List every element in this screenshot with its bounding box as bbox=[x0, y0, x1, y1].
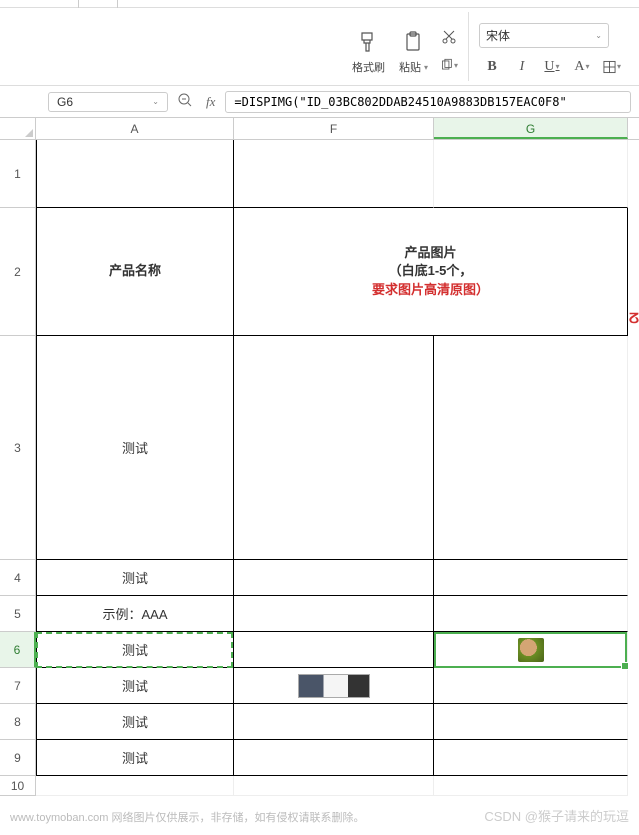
row-header-5[interactable]: 5 bbox=[0, 596, 35, 632]
clipboard-icon bbox=[403, 27, 423, 57]
copy-icon bbox=[440, 57, 453, 73]
column-headers: A F G bbox=[0, 118, 639, 140]
cell[interactable] bbox=[234, 704, 434, 740]
row-header-9[interactable]: 9 bbox=[0, 740, 35, 776]
image-thumbnail bbox=[518, 638, 544, 662]
cell[interactable] bbox=[434, 740, 628, 776]
col-header-a[interactable]: A bbox=[36, 118, 234, 139]
cell[interactable]: 测试 bbox=[36, 704, 234, 740]
ribbon-toolbar: 格式刷 粘贴▾ ▾ 宋体 ⌄ bbox=[0, 8, 639, 86]
watermark-csdn: CSDN @猴子请来的玩逗 bbox=[484, 806, 629, 825]
formula-input[interactable] bbox=[225, 91, 631, 113]
italic-button[interactable]: I bbox=[509, 54, 535, 80]
cut-button[interactable] bbox=[436, 24, 462, 50]
cell[interactable] bbox=[36, 140, 234, 208]
truncated-text: ⵒ bbox=[628, 310, 639, 327]
font-name-select[interactable]: 宋体 ⌄ bbox=[479, 23, 609, 48]
format-painter-button[interactable]: 格式刷 bbox=[346, 21, 391, 81]
borders-button[interactable]: ▾ bbox=[599, 54, 625, 80]
select-all-corner[interactable] bbox=[0, 118, 36, 139]
borders-icon bbox=[603, 60, 616, 74]
cell[interactable] bbox=[234, 740, 434, 776]
cell[interactable] bbox=[234, 336, 434, 560]
cell[interactable] bbox=[434, 140, 628, 208]
row-headers: 1 2 3 4 5 6 7 8 9 10 bbox=[0, 140, 36, 796]
col-header-g[interactable]: G bbox=[434, 118, 628, 139]
cell[interactable] bbox=[234, 668, 434, 704]
row-header-1[interactable]: 1 bbox=[0, 140, 35, 208]
copy-button[interactable]: ▾ bbox=[436, 52, 462, 78]
row-header-8[interactable]: 8 bbox=[0, 704, 35, 740]
cell[interactable] bbox=[434, 336, 628, 560]
col-header-f[interactable]: F bbox=[234, 118, 434, 139]
cell[interactable]: 测试 bbox=[36, 668, 234, 704]
header-product-image[interactable]: 产品图片 （白底1-5个， 要求图片高清原图） bbox=[234, 208, 628, 336]
font-color-button[interactable]: A▾ bbox=[569, 54, 595, 80]
spreadsheet-grid: A F G 1 2 3 4 5 6 7 8 9 10 bbox=[0, 118, 639, 796]
watermark-footer: www.toymoban.com 网络图片仅供展示，非存储，如有侵权请联系删除。 bbox=[10, 809, 364, 825]
row-header-10[interactable]: 10 bbox=[0, 776, 35, 796]
cell[interactable] bbox=[234, 140, 434, 208]
cell[interactable] bbox=[36, 776, 234, 796]
row-header-7[interactable]: 7 bbox=[0, 668, 35, 704]
name-box[interactable]: G6 ⌄ bbox=[48, 92, 168, 112]
cell[interactable] bbox=[234, 560, 434, 596]
cell[interactable]: 测试 bbox=[36, 560, 234, 596]
cell[interactable]: 测试 bbox=[36, 740, 234, 776]
cell[interactable]: 示例：AAA bbox=[36, 596, 234, 632]
cell[interactable]: 测试 bbox=[36, 336, 234, 560]
row-header-6[interactable]: 6 bbox=[0, 632, 36, 668]
cell[interactable] bbox=[234, 776, 434, 796]
cell[interactable] bbox=[234, 596, 434, 632]
paste-button[interactable]: 粘贴▾ bbox=[393, 21, 434, 81]
cell[interactable]: 测试 bbox=[36, 632, 234, 668]
formula-bar: G6 ⌄ fx bbox=[0, 86, 639, 118]
cell[interactable] bbox=[434, 704, 628, 740]
zoom-out-icon[interactable] bbox=[174, 91, 196, 112]
scissors-icon bbox=[441, 29, 457, 45]
brush-icon bbox=[358, 27, 378, 57]
cell[interactable] bbox=[434, 560, 628, 596]
row-header-3[interactable]: 3 bbox=[0, 336, 35, 560]
cell[interactable] bbox=[234, 632, 434, 668]
bold-button[interactable]: B bbox=[479, 54, 505, 80]
header-product-name[interactable]: 产品名称 bbox=[36, 208, 234, 336]
cell[interactable] bbox=[434, 596, 628, 632]
cell-g6[interactable] bbox=[434, 632, 628, 668]
row-header-2[interactable]: 2 bbox=[0, 208, 35, 336]
fx-label[interactable]: fx bbox=[202, 94, 219, 110]
underline-button[interactable]: U▾ bbox=[539, 54, 565, 80]
cell[interactable] bbox=[434, 668, 628, 704]
cell[interactable] bbox=[434, 776, 628, 796]
image-thumbnail bbox=[298, 674, 370, 698]
row-header-4[interactable]: 4 bbox=[0, 560, 35, 596]
